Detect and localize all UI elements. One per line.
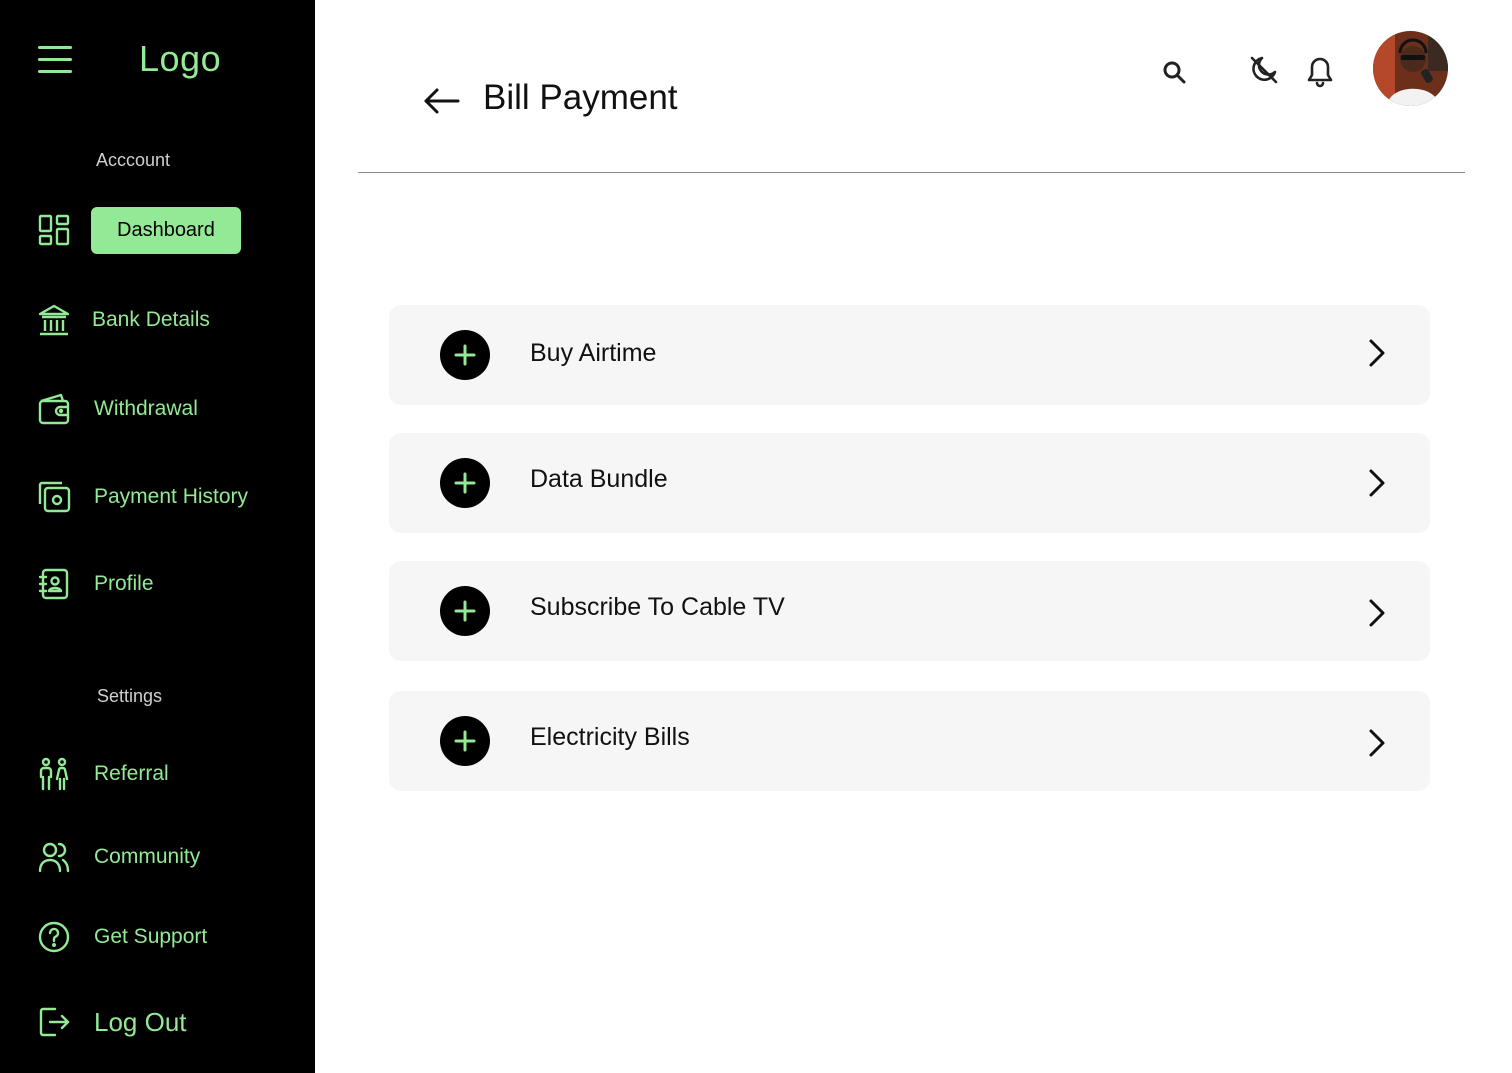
wallet-icon [36,391,72,427]
plus-icon [440,330,490,380]
bill-option-data-bundle[interactable]: Data Bundle [389,433,1430,533]
account-section-label: Acccount [96,150,171,170]
dark-mode-icon[interactable] [1248,55,1280,92]
sidebar-item-label: Profile [94,572,154,595]
dashboard-icon [36,212,72,248]
bill-option-buy-airtime[interactable]: Buy Airtime [389,305,1430,405]
sidebar-item-label: Referral [94,762,169,785]
sidebar-item-profile[interactable]: Profile [36,560,154,608]
sidebar-item-withdrawal[interactable]: Withdrawal [36,385,198,433]
bill-option-cable-tv[interactable]: Subscribe To Cable TV [389,561,1430,661]
chevron-right-icon [1365,466,1389,500]
bill-option-electricity[interactable]: Electricity Bills [389,691,1430,791]
sidebar-item-payment-history[interactable]: Payment History [36,473,248,521]
settings-section-label: Settings [97,686,163,706]
header-divider [358,172,1465,173]
help-circle-icon [36,919,72,955]
sidebar-item-get-support[interactable]: Get Support [36,913,207,961]
logout-icon [36,1004,72,1040]
sidebar-item-label: Community [94,845,201,868]
page-title: Bill Payment [483,78,678,117]
bill-option-label: Subscribe To Cable TV [530,593,785,621]
contact-book-icon [36,566,72,602]
menu-icon[interactable] [38,44,74,76]
sidebar-item-bank-details[interactable]: Bank Details [36,296,210,344]
avatar[interactable] [1373,31,1448,106]
plus-icon [440,716,490,766]
bank-icon [36,302,72,338]
plus-icon [440,586,490,636]
sidebar-item-label: Bank Details [92,308,210,331]
sidebar: Logo Acccount Dashboard Bank Details Wit… [0,0,315,1073]
chevron-right-icon [1365,596,1389,630]
chevron-right-icon [1365,336,1389,370]
search-icon[interactable] [1161,59,1189,92]
payment-history-icon [36,479,72,515]
plus-icon [440,458,490,508]
logo: Logo [139,38,222,79]
sidebar-item-dashboard[interactable]: Dashboard [36,206,241,254]
people-icon [36,756,72,792]
logout-button[interactable]: Log Out [36,998,187,1046]
sidebar-item-label: Payment History [94,485,249,508]
sidebar-item-community[interactable]: Community [36,833,200,881]
bell-icon[interactable] [1305,55,1335,94]
users-icon [36,839,72,875]
bill-option-label: Buy Airtime [530,339,657,367]
sidebar-item-label: Log Out [94,1006,187,1037]
sidebar-item-label: Get Support [94,925,208,948]
sidebar-item-referral[interactable]: Referral [36,750,169,798]
bill-option-label: Electricity Bills [530,723,690,751]
bill-option-label: Data Bundle [530,465,668,493]
sidebar-item-label: Withdrawal [94,397,198,420]
back-arrow-icon[interactable] [422,85,462,117]
sidebar-item-label: Dashboard [91,206,241,254]
chevron-right-icon [1365,726,1389,760]
